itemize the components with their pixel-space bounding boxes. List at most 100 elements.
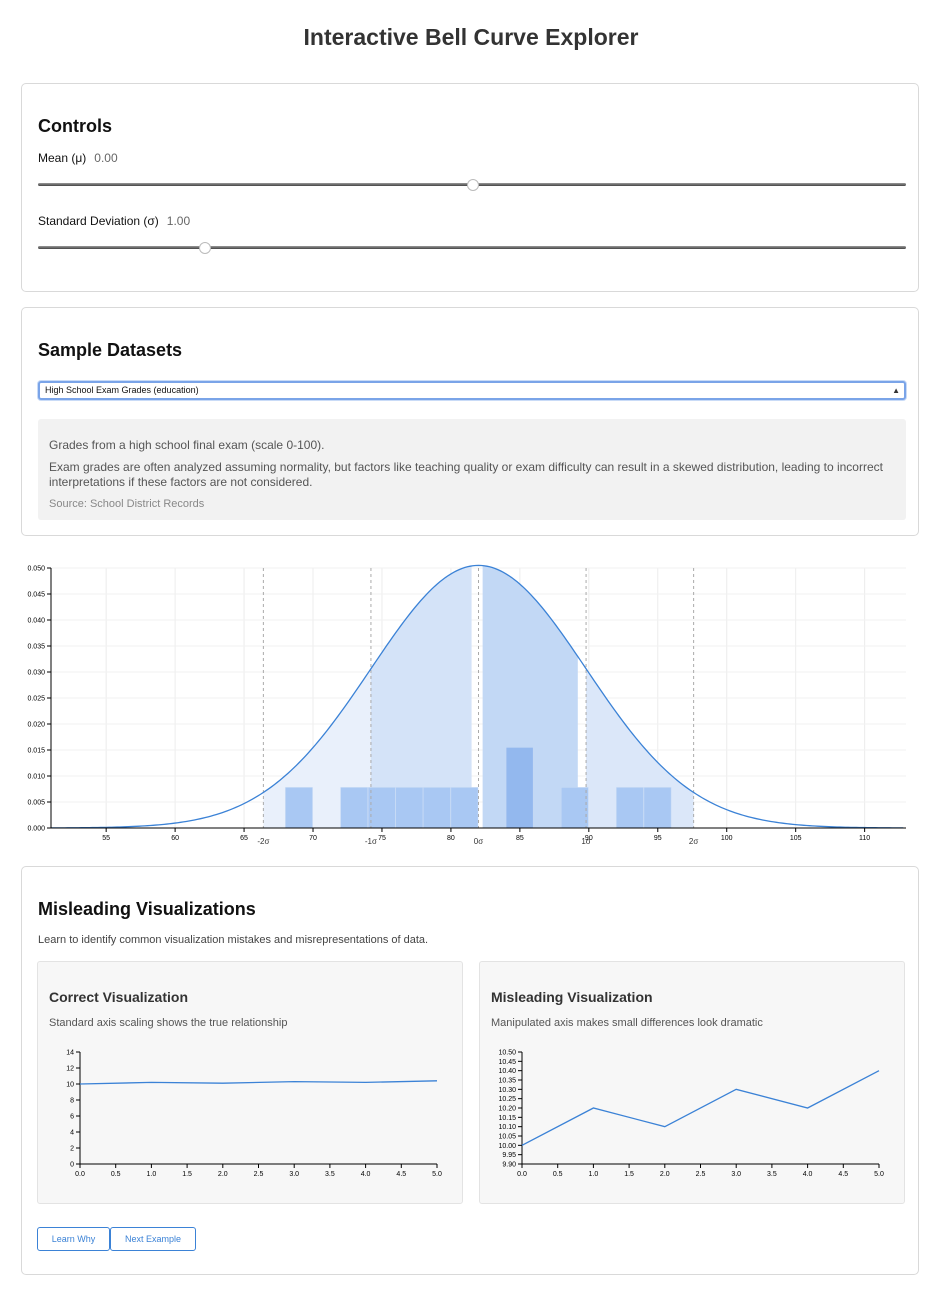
histogram-bar (643, 787, 672, 829)
histogram-bar (367, 787, 396, 829)
y-tick-label: 9.95 (502, 1152, 516, 1159)
y-tick-label: 0.040 (27, 618, 45, 625)
dataset-description: Grades from a high school final exam (sc… (49, 438, 325, 452)
y-tick-label: 10.35 (498, 1078, 516, 1085)
y-tick-label: 8 (70, 1098, 74, 1105)
histogram-bar (340, 787, 368, 829)
sigma-label: 0σ (474, 837, 483, 846)
misleading-panel: Misleading Visualizations Learn to ident… (21, 866, 919, 1275)
x-tick-label: 1.0 (147, 1171, 157, 1178)
sigma-label: -1σ (365, 837, 377, 846)
datasets-panel: Sample Datasets High School Exam Grades … (21, 307, 919, 536)
learn-why-button[interactable]: Learn Why (37, 1227, 110, 1251)
std-slider[interactable] (38, 242, 906, 254)
y-tick-label: 0.050 (27, 566, 45, 573)
correct-line-chart: 0 2 4 6 8 10 12 14 0.0 0.5 1.0 1.5 2.0 2.5 3.0 3.5 4.0 4.… (66, 1050, 442, 1179)
mean-slider[interactable] (38, 179, 906, 191)
histogram-bar (285, 787, 313, 829)
misleading-chart-panel: Misleading Visualization Manipulated axi… (479, 961, 905, 1204)
y-tick-label: 14 (66, 1050, 74, 1057)
y-tick-label: 0.045 (27, 592, 45, 599)
misleading-heading: Misleading Visualizations (38, 899, 256, 919)
x-tick-label: 80 (447, 835, 455, 842)
x-tick-label: 105 (790, 835, 802, 842)
y-tick-label: 10.30 (498, 1087, 516, 1094)
select-arrows-icon: ▲ (892, 386, 900, 395)
x-tick-label: 2.0 (218, 1171, 228, 1178)
x-tick-label: 5.0 (874, 1171, 884, 1178)
y-tick-label: 0.015 (27, 748, 45, 755)
x-tick-label: 95 (654, 835, 662, 842)
y-tick-label: 10.10 (498, 1124, 516, 1131)
x-tick-label: 5.0 (432, 1171, 442, 1178)
x-tick-label: 55 (102, 835, 110, 842)
y-tick-label: 0.020 (27, 722, 45, 729)
y-tick-label: 10.05 (498, 1134, 516, 1141)
y-tick-label: 0.035 (27, 644, 45, 651)
y-tick-label: 0.030 (27, 670, 45, 677)
std-label: Standard Deviation (σ) (38, 214, 159, 228)
histogram-bar (505, 747, 534, 829)
y-tick-label: 0 (70, 1162, 74, 1169)
correct-desc: Standard axis scaling shows the true rel… (49, 1017, 288, 1029)
dataset-select-value: High School Exam Grades (education) (45, 385, 199, 395)
y-tick-label: 0.010 (27, 774, 45, 781)
next-example-button[interactable]: Next Example (110, 1227, 196, 1251)
correct-title: Correct Visualization (49, 989, 189, 1005)
y-tick-label: 2 (70, 1146, 74, 1153)
x-tick-label: 4.5 (838, 1171, 848, 1178)
dataset-info: Grades from a high school final exam (sc… (38, 419, 906, 520)
controls-panel: Controls Mean (μ) 0.00 Standard Deviation… (21, 83, 919, 292)
x-tick-label: 75 (378, 835, 386, 842)
x-tick-label: 2.5 (696, 1171, 706, 1178)
y-tick-label: 10.40 (498, 1068, 516, 1075)
mean-label-row: Mean (μ) 0.00 (38, 151, 118, 165)
controls-heading: Controls (38, 116, 112, 136)
y-tick-label: 0.000 (27, 826, 45, 833)
y-tick-label: 9.90 (502, 1162, 516, 1169)
dataset-source: Source: School District Records (49, 498, 205, 510)
y-tick-label: 10.50 (498, 1050, 516, 1057)
misleading-desc: Manipulated axis makes small differences… (491, 1017, 763, 1029)
mean-label: Mean (μ) (38, 151, 87, 165)
misleading-intro: Learn to identify common visualization m… (38, 934, 429, 946)
mean-slider-thumb[interactable] (467, 179, 479, 191)
histogram-bar (616, 787, 644, 829)
dataset-select[interactable]: High School Exam Grades (education) ▲ (38, 381, 906, 400)
y-tick-label: 10.20 (498, 1106, 516, 1113)
x-tick-label: 110 (859, 835, 870, 842)
y-tick-label: 10.15 (498, 1115, 516, 1122)
x-tick-label: 3.5 (767, 1171, 777, 1178)
x-tick-label: 3.5 (325, 1171, 335, 1178)
misleading-title: Misleading Visualization (491, 989, 653, 1005)
y-tick-label: 10.25 (498, 1096, 516, 1103)
x-tick-label: 1.5 (182, 1171, 192, 1178)
y-tick-label: 10.45 (498, 1059, 516, 1066)
x-tick-label: 2.0 (660, 1171, 670, 1178)
x-tick-label: 3.0 (731, 1171, 741, 1178)
std-slider-thumb[interactable] (199, 242, 212, 254)
data-line (79, 1080, 438, 1085)
x-tick-label: 85 (516, 835, 524, 842)
datasets-heading: Sample Datasets (38, 340, 183, 360)
x-tick-label: 4.5 (396, 1171, 406, 1178)
x-tick-label: 1.0 (589, 1171, 599, 1178)
x-tick-label: 70 (309, 835, 317, 842)
x-tick-label: 90 (585, 835, 593, 842)
histogram-bar (423, 787, 451, 829)
misleading-line-chart: 9.90 9.95 10.00 10.05 10.10 10.15 10.20 10.25 10… (498, 1050, 884, 1179)
y-tick-label: 12 (66, 1066, 74, 1073)
x-tick-label: 60 (171, 835, 179, 842)
histogram-bar (395, 787, 424, 829)
x-tick-label: 65 (240, 835, 248, 842)
y-tick-label: 0.005 (27, 800, 45, 807)
x-tick-label: 4.0 (361, 1171, 371, 1178)
data-line (521, 1070, 880, 1146)
std-label-row: Standard Deviation (σ) 1.00 (38, 214, 190, 228)
x-tick-label: 0.5 (111, 1171, 121, 1178)
correct-panel: Correct Visualization Standard axis scal… (37, 961, 463, 1204)
x-tick-label: 100 (721, 835, 733, 842)
y-tick-label: 0.025 (27, 696, 45, 703)
x-tick-label: 1.5 (624, 1171, 634, 1178)
histogram-bar (560, 787, 589, 829)
